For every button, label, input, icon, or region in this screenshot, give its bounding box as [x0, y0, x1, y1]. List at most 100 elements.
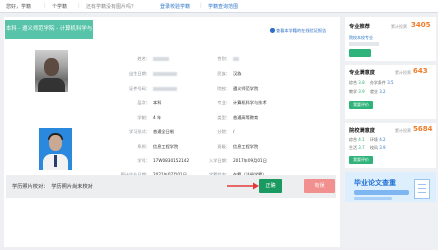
tab-my-records[interactable]: 个学籍	[52, 3, 67, 10]
branch-label: 分院：	[217, 129, 230, 134]
plagiarism-check-banner[interactable]: 毕业论文查重	[345, 172, 436, 202]
rating-row: 综合 3.8 办学条件 3.5	[349, 80, 394, 86]
class-value: 信息工程学院	[233, 144, 259, 149]
gender-label: 性别：	[217, 56, 230, 61]
name-value	[153, 56, 169, 61]
vote-count: 5684	[413, 125, 433, 133]
separator: |	[200, 3, 202, 9]
photo-verify-text: 学历照片校对： 学历照片尚未校对	[12, 183, 93, 190]
rating-score: 3.8	[358, 80, 365, 85]
login-verify-link[interactable]: 登录校验学籍	[160, 3, 190, 10]
rating-name: 教学	[349, 89, 357, 94]
verify-report-link[interactable]: 查看本学籍的在线验证报告	[270, 28, 340, 36]
rating-score: 4.2	[379, 137, 386, 142]
level-label: 层次：	[137, 100, 150, 105]
birthdate-label: 出生日期：	[129, 71, 150, 76]
study-form-label: 学习形式：	[129, 129, 150, 134]
query-scope-link[interactable]: 学籍查询范围	[208, 3, 238, 10]
rating-score: 3.2	[379, 89, 386, 94]
redacted-value	[153, 57, 169, 61]
school-major-link[interactable]: 院校本校专业	[349, 35, 373, 41]
study-form-value: 普通全日制	[153, 129, 174, 134]
top-divider	[0, 12, 438, 13]
rating-bar	[349, 42, 379, 46]
graduation-photo	[39, 128, 72, 170]
photo-tie	[54, 155, 57, 167]
notice-text: 还有学籍没有图片吗？	[86, 4, 137, 10]
degree-ribbon: 本科 - 遵义师范学院 - 计算机科学与技术	[5, 20, 93, 51]
major-recommend-card: 专业推荐 累计投票 3405 院校本校专业	[345, 17, 436, 61]
major-satisfaction-card: 专业满意度 累计投票 643 综合 3.8 办学条件 3.5 教学 3.9 就业…	[345, 65, 436, 119]
vote-count-label: 累计投票	[391, 24, 407, 29]
photo-body	[38, 78, 65, 92]
duration-value: 4 年	[153, 115, 162, 120]
rating-score: 3.7	[358, 145, 365, 150]
card-title: 专业满意度	[349, 70, 375, 76]
major-value: 计算机科学与技术	[233, 100, 267, 105]
duration-label: 学制：	[137, 115, 150, 120]
rating-name: 生活	[349, 145, 357, 150]
rating-name: 综合	[349, 80, 357, 85]
vote-count: 3405	[411, 21, 431, 29]
arrow-right-icon	[227, 182, 259, 190]
department-label: 系所：	[137, 144, 150, 149]
vote-count-label: 累计投票	[395, 70, 411, 75]
rating-name: 环境	[369, 137, 378, 142]
id-number-label: 证件号码：	[129, 86, 150, 91]
card-title: 专业推荐	[349, 24, 370, 30]
verify-question: 学历照片校对：	[12, 184, 49, 190]
type-label: 类型：	[217, 115, 230, 120]
error-button[interactable]: 有误	[304, 179, 335, 193]
rating-name: 就业	[369, 89, 378, 94]
banner-decoration	[354, 190, 409, 195]
card-title: 院校满意度	[349, 128, 375, 134]
photo-face	[44, 58, 59, 76]
major-label: 专业：	[217, 100, 230, 105]
verify-hint: 学历照片尚未校对	[51, 184, 93, 190]
enrollment-date-label: 入学日期：	[209, 158, 230, 163]
school-satisfaction-card: 院校满意度 累计投票 5684 综合 4.1 环境 4.2 生活 3.7 校风 …	[345, 123, 436, 168]
rating-row: 教学 3.9 就业 3.2	[349, 89, 386, 95]
separator: |	[78, 3, 80, 9]
student-id-label: 学号：	[137, 158, 150, 163]
name-label: 姓名：	[137, 56, 150, 61]
id-number-value	[153, 86, 177, 91]
rating-name: 办学条件	[369, 80, 386, 85]
branch-value: /	[233, 129, 235, 134]
redacted-value	[153, 87, 177, 91]
rating-score: 3.5	[387, 80, 394, 85]
home-link[interactable]: 您好，学籍	[6, 3, 31, 10]
rating-name: 综合	[349, 137, 357, 142]
correct-button[interactable]: 正确	[259, 179, 282, 193]
document-icon	[414, 179, 430, 199]
gender-value	[233, 56, 239, 61]
shield-icon	[270, 28, 275, 33]
school-label: 院校：	[217, 86, 230, 91]
vote-count-label: 累计投票	[395, 128, 411, 133]
recommend-button[interactable]	[349, 49, 371, 57]
photo-face	[49, 135, 62, 151]
rating-row: 生活 3.7 校风 3.9	[349, 145, 386, 151]
banner-decoration	[354, 197, 392, 200]
rating-score: 3.9	[358, 89, 365, 94]
enrollment-photo	[35, 50, 68, 92]
banner-title: 毕业论文查重	[354, 179, 396, 187]
rating-name: 校风	[369, 145, 378, 150]
ethnicity-value: 汉族	[233, 71, 242, 76]
rating-score: 3.9	[379, 145, 386, 150]
type-value: 普通高等教育	[233, 115, 259, 120]
separator: |	[44, 3, 46, 9]
rating-row: 综合 4.1 环境 4.2	[349, 137, 386, 143]
school-value: 遵义师范学院	[233, 86, 259, 91]
rate-major-button[interactable]: 我要评价	[349, 101, 373, 109]
vote-count: 643	[413, 67, 428, 75]
rate-school-button[interactable]: 我要评价	[349, 156, 373, 164]
class-label: 班级：	[217, 144, 230, 149]
ethnicity-label: 民族：	[217, 71, 230, 76]
redacted-value	[153, 72, 177, 76]
student-id-value: 17W0830152142	[153, 158, 190, 163]
rating-score: 4.1	[358, 137, 365, 142]
enrollment-date-value: 2017年09月01日	[233, 158, 267, 163]
department-value: 信息工程学院	[153, 144, 179, 149]
verify-report-text: 查看本学籍的在线验证报告	[276, 28, 327, 33]
